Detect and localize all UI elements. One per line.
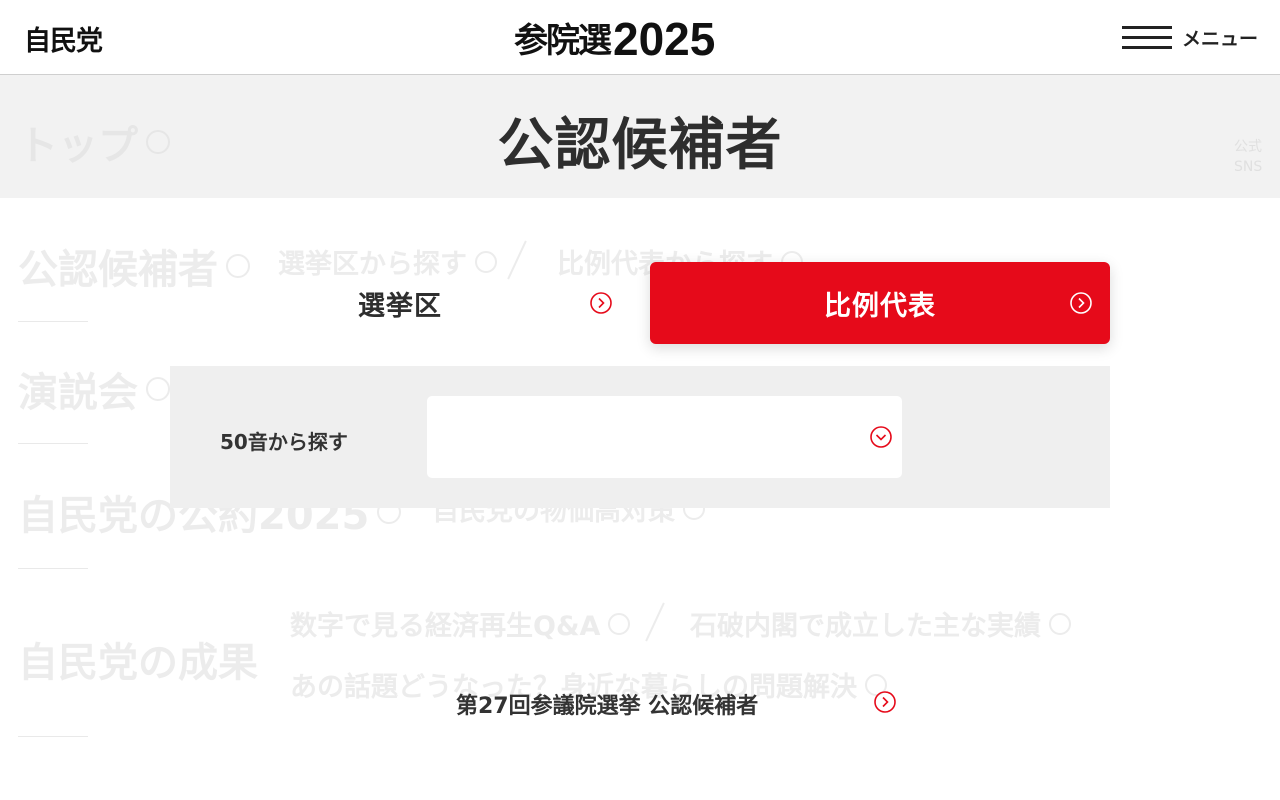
circle-chevron-down-icon [870,426,892,448]
bg-nav-achievements: 自民党の成果 [18,640,258,686]
brand-text: 参院選 [514,21,612,61]
bg-nav-qa: 数字で見る経済再生Q&A [290,604,631,643]
kana-search-label: 50音から探す [220,430,348,454]
tab-label: 選挙区 [358,290,442,322]
tab-label: 比例代表 [824,290,936,322]
tab-electoral-district[interactable]: 選挙区 [170,262,630,344]
tab-proportional[interactable]: 比例代表 [650,262,1110,344]
circle-arrow-icon [1049,612,1071,635]
party-logo[interactable]: 自民党 [24,19,103,58]
bg-nav-speeches: 演説会 [18,360,170,418]
bg-nav-ishiba: 石破内閣で成立した主な実績 [690,604,1071,643]
circle-arrow-icon [146,377,170,401]
site-header: 自民党 参院選 2025 メニュー [0,0,1280,75]
circle-arrow-icon [608,612,631,635]
kana-select[interactable] [427,396,902,478]
search-panel: 50音から探す [170,366,1110,508]
menu-button[interactable]: メニュー [1122,24,1258,51]
circle-chevron-right-icon [590,292,612,314]
page-title: 公認候補者 [497,113,783,178]
brand-year: 2025 [613,13,716,65]
candidates-list-link[interactable]: 第27回参議院選挙 公認候補者 [456,686,900,720]
hamburger-icon [1122,25,1172,51]
election-brand[interactable]: 参院選 2025 [514,14,715,64]
circle-chevron-right-icon [874,691,896,713]
candidates-list-label: 第27回参議院選挙 公認候補者 [456,694,759,719]
circle-chevron-right-icon [1070,292,1092,314]
menu-label: メニュー [1182,28,1259,50]
